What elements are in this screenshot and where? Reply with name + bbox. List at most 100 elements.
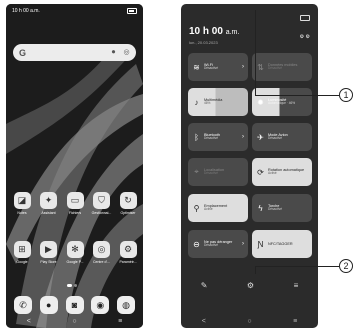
tile-state: Désactivé xyxy=(268,136,282,141)
clock-time: 10 h 00 xyxy=(189,26,223,37)
quick-settings-panel: 10 h 00 a.m. lun., 20.03.2023 ⚙ ⚙ ≋ Wi-Fi… xyxy=(181,4,318,328)
callout-2-leader-vertical xyxy=(255,266,256,274)
settings-icon[interactable]: ⚙ xyxy=(247,281,254,290)
app-label: Gestionnai... xyxy=(91,211,112,215)
music-icon: ♪ xyxy=(194,97,199,107)
bluetooth-icon: ᛒ xyxy=(194,132,199,142)
pin-icon: ⚲ xyxy=(193,203,200,213)
manage-icon[interactable]: ≡ xyxy=(294,281,299,290)
tile-torch[interactable]: ϟ Torche Désactivé xyxy=(252,194,312,222)
mic-icon[interactable]: ⏺ xyxy=(110,49,117,56)
tile-bluetooth[interactable]: ᛒ Bluetooth Désactivé › xyxy=(188,123,248,151)
app-play-store[interactable]: ▶ Play Store xyxy=(37,241,61,264)
tile-state: Désactivé xyxy=(268,207,282,212)
data-icon: ⇅ xyxy=(257,62,264,72)
messages-icon[interactable]: ◙ xyxy=(65,296,84,314)
tile-nfc[interactable]: Ɲ NFC/TAGGER xyxy=(252,230,312,258)
rotate-icon: ⟳ xyxy=(257,167,264,177)
quick-settings-footer: ✎ ⚙ ≡ xyxy=(181,281,318,290)
callout-2: 2 xyxy=(339,259,353,273)
app-row-1: ◪ Notes ✦ Assistant ▭ Fichiers ⛉ Gestionnai... ↻… xyxy=(10,192,140,215)
chevron-right-icon[interactable]: › xyxy=(242,64,244,70)
callout-1-leader-vertical xyxy=(255,10,256,95)
edit-icon[interactable]: ✎ xyxy=(201,281,208,290)
tile-state: Activé xyxy=(204,207,213,212)
recents-button[interactable]: ≡ xyxy=(293,318,297,325)
tile-dnd[interactable]: ⊖ Ne pas déranger Désactivé › xyxy=(188,230,248,258)
callout-2-leader xyxy=(255,266,339,267)
tile-location-off[interactable]: ⌖ Localisation Désactivé xyxy=(188,158,248,186)
lens-icon[interactable]: ◎ xyxy=(123,49,130,56)
app-google-photos[interactable]: ✻ Google P... xyxy=(63,241,87,264)
tile-state: Désactivé xyxy=(204,66,218,71)
app-notes[interactable]: ◪ Notes xyxy=(10,192,34,215)
nav-bar: < ○ ≡ xyxy=(181,316,318,326)
game-center-icon: ◎ xyxy=(93,241,110,258)
google-search-bar[interactable]: G ⏺ ◎ xyxy=(13,44,136,61)
assistant-icon: ✦ xyxy=(40,192,57,209)
page-indicator xyxy=(67,284,77,287)
airplane-icon: ✈ xyxy=(257,132,264,142)
dock: ✆ ● ◙ ◉ ◍ xyxy=(14,296,135,314)
tile-wifi[interactable]: ≋ Wi-Fi Désactivé › xyxy=(188,53,248,81)
app-label: Assistant xyxy=(41,211,56,215)
tile-pin[interactable]: ⚲ Emplacement Activé xyxy=(188,194,248,222)
app-shield[interactable]: ⛉ Gestionnai... xyxy=(90,192,114,215)
contacts-icon[interactable]: ● xyxy=(39,296,58,314)
tile-data[interactable]: ⇅ Données mobiles Désactivé xyxy=(252,53,312,81)
app-label: Google xyxy=(16,260,28,264)
header-icons[interactable]: ⚙ ⚙ xyxy=(300,34,310,40)
chevron-right-icon[interactable]: › xyxy=(242,241,244,247)
chrome-icon[interactable]: ◉ xyxy=(91,296,110,314)
home-button[interactable]: ○ xyxy=(247,318,251,325)
nav-bar: < ○ ≡ xyxy=(6,316,143,326)
app-game-center[interactable]: ◎ Centre d'... xyxy=(90,241,114,264)
dnd-icon: ⊖ xyxy=(193,239,200,249)
torch-icon: ϟ xyxy=(258,203,263,213)
settings-icon: ⚙ xyxy=(119,241,137,258)
tile-state: Désactivé xyxy=(268,66,282,71)
app-label: Optimiser xyxy=(120,211,136,215)
app-assistant[interactable]: ✦ Assistant xyxy=(37,192,61,215)
recents-button[interactable]: ≡ xyxy=(118,318,122,325)
back-button[interactable]: < xyxy=(27,318,31,325)
app-settings[interactable]: ⚙ Paramètr... xyxy=(116,241,140,264)
tile-state: Désactivé xyxy=(204,243,218,248)
optimize-icon: ↻ xyxy=(119,192,137,209)
app-optimize[interactable]: ↻ Optimiser xyxy=(116,192,140,215)
notes-icon: ◪ xyxy=(13,192,31,209)
battery-icon xyxy=(127,8,137,14)
app-google-apps[interactable]: ⊞ Google xyxy=(10,241,34,264)
callout-1-leader xyxy=(255,95,339,96)
location-off-icon: ⌖ xyxy=(194,167,199,176)
page-dot xyxy=(74,284,77,287)
back-button[interactable]: < xyxy=(202,318,206,325)
app-label: Centre d'... xyxy=(92,260,110,264)
tile-state: Désactivé xyxy=(204,171,218,176)
clock: 10 h 00 a.m. xyxy=(189,26,239,37)
app-label: Play Store xyxy=(40,260,57,264)
app-files[interactable]: ▭ Fichiers xyxy=(63,192,87,215)
brightness-icon: ✹ xyxy=(257,97,264,107)
tile-state: Désactivé xyxy=(204,136,218,141)
camera-icon[interactable]: ◍ xyxy=(117,296,135,314)
app-row-2: ⊞ Google ▶ Play Store ✻ Google P... ◎ Centre d'… xyxy=(10,241,140,264)
home-screen: 10 h 00 a.m. G ⏺ ◎ ◪ Notes ✦ Assistant ▭ Fich… xyxy=(6,4,143,328)
status-bar: 10 h 00 a.m. xyxy=(12,6,137,16)
chevron-right-icon[interactable]: › xyxy=(242,134,244,140)
tile-airplane[interactable]: ✈ Mode Avion Désactivé xyxy=(252,123,312,151)
tile-state: Activé xyxy=(268,171,277,176)
tile-music[interactable]: ♪ Multimédia 46% xyxy=(188,88,248,116)
google-apps-icon: ⊞ xyxy=(13,241,31,258)
home-button[interactable]: ○ xyxy=(72,318,76,325)
status-time: 10 h 00 a.m. xyxy=(12,8,40,14)
date: lun., 20.03.2023 xyxy=(189,40,218,45)
callout-1: 1 xyxy=(339,88,353,102)
page-dot xyxy=(67,284,72,287)
tile-state: 46% xyxy=(204,101,211,106)
app-label: Google P... xyxy=(66,260,84,264)
shield-icon: ⛉ xyxy=(93,192,110,209)
phone-icon[interactable]: ✆ xyxy=(14,296,32,314)
tile-brightness[interactable]: ✹ Luminosité Automatique · 46% xyxy=(252,88,312,116)
tile-rotate[interactable]: ⟳ Rotation automatique Activé xyxy=(252,158,312,186)
